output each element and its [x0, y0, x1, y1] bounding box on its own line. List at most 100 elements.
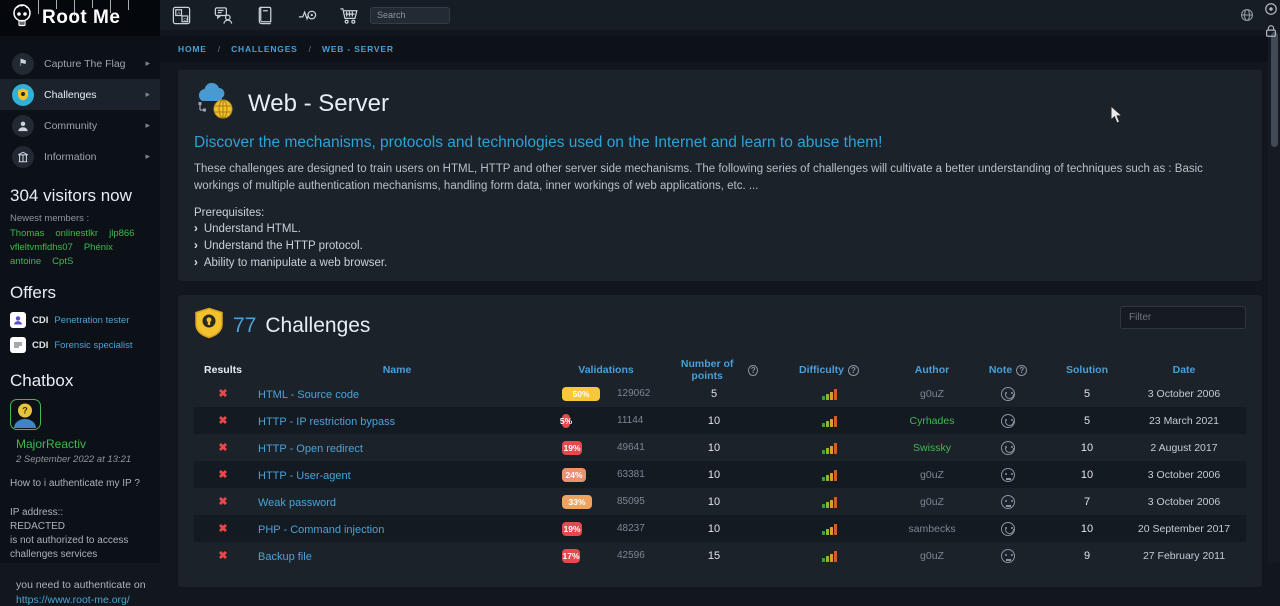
chatbox-heading: Chatbox: [0, 371, 160, 391]
author-link[interactable]: g0uZ: [900, 469, 964, 481]
forum-icon[interactable]: [212, 4, 234, 26]
category-tagline: Discover the mechanisms, protocols and t…: [194, 134, 1246, 152]
breadcrumb-home-link[interactable]: HOME: [178, 44, 207, 54]
member-link[interactable]: Thomas: [10, 228, 44, 239]
challenge-date: 3 October 2006: [1122, 469, 1246, 481]
member-link[interactable]: onlinestlkr: [55, 228, 98, 239]
breadcrumb-current[interactable]: WEB - SERVER: [322, 44, 394, 54]
challenge-name-link[interactable]: PHP - Command injection: [258, 524, 384, 536]
home-logo-link[interactable]: Root Me: [0, 0, 160, 36]
newest-members-list: Thomas onlinestlkr jlp866 vfleltvmfldhs0…: [0, 228, 160, 267]
column-header-results[interactable]: Results: [194, 364, 252, 376]
challenge-name-link[interactable]: HTML - Source code: [258, 389, 359, 401]
challenge-date: 3 October 2006: [1122, 496, 1246, 508]
difficulty-cell: [758, 415, 900, 427]
offer-contract-type: CDI: [32, 340, 48, 351]
note-smiley-icon: [1001, 414, 1015, 428]
difficulty-cell: [758, 469, 900, 481]
solution-count: 10: [1052, 442, 1122, 454]
sidebar-item-community[interactable]: Community ▸: [0, 110, 160, 141]
column-header-validations[interactable]: Validations: [542, 364, 670, 376]
author-link[interactable]: g0uZ: [900, 496, 964, 508]
help-icon[interactable]: [848, 365, 859, 376]
member-link[interactable]: CptS: [52, 256, 73, 267]
search-input[interactable]: [370, 7, 450, 24]
help-icon[interactable]: [748, 365, 758, 376]
member-link[interactable]: antoine: [10, 256, 41, 267]
language-globe-icon[interactable]: [1239, 7, 1255, 28]
validation-count: 49641: [617, 442, 645, 453]
record-icon[interactable]: [1264, 2, 1278, 21]
challenge-row: ✖ HTTP - Open redirect 19% 49641 10 Swis…: [194, 434, 1246, 461]
offer-link[interactable]: Forensic specialist: [54, 340, 132, 351]
column-header-note[interactable]: Note: [964, 364, 1052, 376]
chat-username-link[interactable]: MajorReactiv: [16, 437, 160, 451]
filter-input[interactable]: [1120, 306, 1246, 329]
challenge-name-link[interactable]: Weak password: [258, 497, 336, 509]
sidebar-menu: ⚑ Capture The Flag ▸ Challenges ▸ Commun…: [0, 48, 160, 172]
difficulty-bars-icon: [822, 523, 837, 535]
challenge-name-link[interactable]: Backup file: [258, 551, 312, 563]
not-solved-cross-icon: ✖: [194, 441, 252, 454]
not-solved-cross-icon: ✖: [194, 468, 252, 481]
prerequisites-label: Prerequisites:: [194, 207, 1246, 219]
column-header-difficulty[interactable]: Difficulty: [758, 364, 900, 376]
faq-icon[interactable]: A Q: [170, 4, 192, 26]
member-link[interactable]: jlp866: [109, 228, 134, 239]
sidebar-item-label: Challenges: [44, 89, 145, 101]
challenge-date: 23 March 2021: [1122, 415, 1246, 427]
column-header-solution[interactable]: Solution: [1052, 364, 1122, 376]
challenges-badge-icon: [194, 307, 224, 344]
shop-cart-icon[interactable]: [338, 4, 360, 26]
page-title: Web - Server: [248, 90, 389, 118]
note-cell: [964, 468, 1052, 482]
sidebar-item-label: Information: [44, 151, 145, 163]
documentation-icon[interactable]: [254, 4, 276, 26]
challenge-name-link[interactable]: HTTP - User-agent: [258, 470, 351, 482]
breadcrumb-challenges-link[interactable]: CHALLENGES: [231, 44, 298, 54]
column-header-points[interactable]: Number of points: [670, 358, 758, 382]
visitors-count: 304 visitors now: [0, 186, 160, 206]
sidebar-item-challenges[interactable]: Challenges ▸: [0, 79, 160, 110]
scrollbar-thumb[interactable]: [1271, 32, 1278, 147]
chat-message-link[interactable]: https://www.root-me.org/: [16, 594, 160, 606]
category-intro-panel: Web - Server Discover the mechanisms, pr…: [178, 70, 1262, 281]
note-smiley-icon: [1001, 441, 1015, 455]
sidebar-item-capture-the-flag[interactable]: ⚑ Capture The Flag ▸: [0, 48, 160, 79]
member-link[interactable]: vfleltvmfldhs07: [10, 242, 73, 253]
difficulty-cell: [758, 442, 900, 454]
validation-count: 11144: [617, 415, 643, 426]
author-link[interactable]: sambecks: [900, 523, 964, 535]
web-server-cloud-globe-icon: [194, 82, 238, 125]
difficulty-cell: [758, 523, 900, 535]
difficulty-cell: [758, 496, 900, 508]
solution-count: 5: [1052, 415, 1122, 427]
note-cell: [964, 414, 1052, 428]
prerequisite-item: Ability to manipulate a web browser.: [194, 256, 1246, 270]
member-link[interactable]: Phénix: [84, 242, 113, 253]
author-link[interactable]: Swissky: [900, 442, 964, 454]
challenge-name-link[interactable]: HTTP - IP restriction bypass: [258, 416, 395, 428]
chat-user-avatar[interactable]: ?: [10, 399, 41, 430]
author-link[interactable]: g0uZ: [900, 550, 964, 562]
points-value: 10: [670, 523, 758, 535]
scrollbar-track[interactable]: [1268, 0, 1280, 563]
lock-icon[interactable]: [1264, 24, 1278, 43]
sidebar-item-information[interactable]: Information ▸: [0, 141, 160, 172]
column-header-author[interactable]: Author: [900, 364, 964, 376]
validation-percent-badge: 50%: [562, 387, 600, 401]
help-icon[interactable]: [1016, 365, 1027, 376]
challenge-name-link[interactable]: HTTP - Open redirect: [258, 443, 363, 455]
chevron-right-icon: ▸: [145, 151, 150, 162]
pentester-offer-icon: [10, 312, 26, 328]
activity-target-icon[interactable]: [296, 4, 318, 26]
validation-count: 129062: [617, 388, 650, 399]
challenge-row: ✖ HTML - Source code 50% 129062 5 g0uZ 5…: [194, 380, 1246, 407]
offer-link[interactable]: Penetration tester: [54, 315, 129, 326]
challenges-count: 77: [233, 314, 256, 338]
author-link[interactable]: g0uZ: [900, 388, 964, 400]
author-link[interactable]: Cyrhades: [900, 415, 964, 427]
svg-text:?: ?: [22, 406, 28, 416]
column-header-name[interactable]: Name: [252, 364, 542, 376]
column-header-date[interactable]: Date: [1122, 364, 1246, 376]
